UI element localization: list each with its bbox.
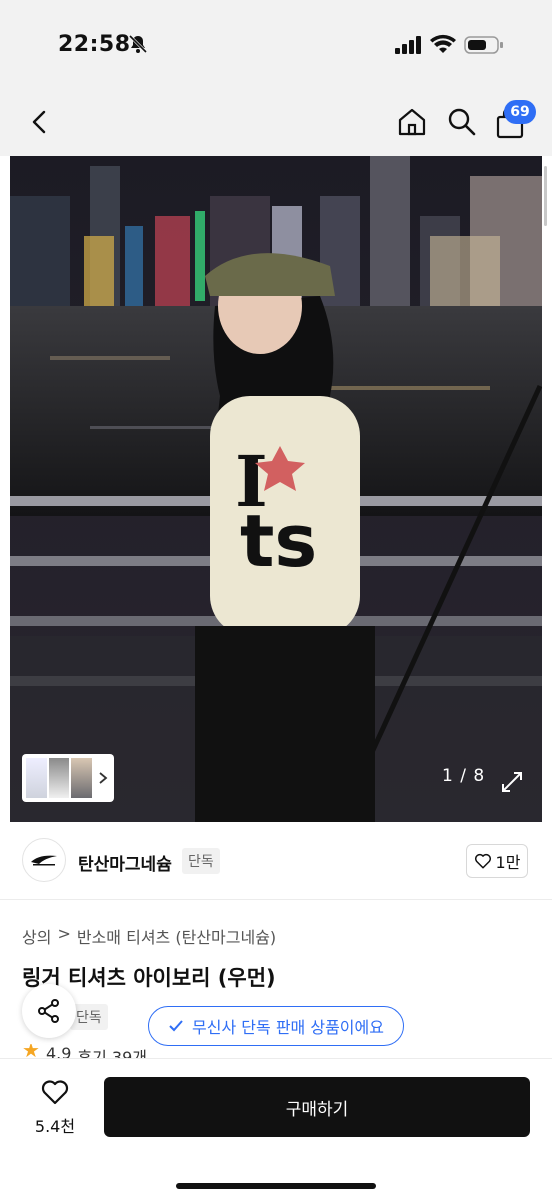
brand-like-count: 1만 <box>495 853 521 872</box>
brand-logo[interactable] <box>22 838 66 882</box>
cart-count-badge: 69 <box>504 100 536 124</box>
search-icon[interactable] <box>446 106 478 138</box>
home-indicator[interactable] <box>176 1183 376 1189</box>
breadcrumb-subcategory[interactable]: 반소매 티셔츠 (탄산마그네슘) <box>77 924 276 948</box>
brand-name[interactable]: 탄산마그네슘 <box>78 850 172 875</box>
share-button[interactable] <box>22 984 76 1038</box>
brand-exclusive-tag: 단독 <box>182 848 220 874</box>
thumbnail-1 <box>26 758 47 798</box>
wishlist-count: 5.4천 <box>34 1117 76 1136</box>
wifi-icon <box>430 34 456 53</box>
breadcrumb: 상의 > 반소매 티셔츠 (탄산마그네슘) <box>22 924 276 948</box>
heart-icon <box>41 1080 69 1105</box>
thumbnail-3 <box>71 758 93 798</box>
check-icon <box>169 1020 183 1032</box>
product-image[interactable]: I ts <box>10 156 542 822</box>
expand-icon[interactable] <box>500 770 524 794</box>
heart-icon <box>474 853 491 869</box>
home-icon[interactable] <box>396 106 428 138</box>
bottom-action-bar: 5.4천 구매하기 <box>0 1058 552 1200</box>
star-icon: ★ <box>22 1044 40 1058</box>
signal-icon <box>395 36 421 54</box>
brand-like-button[interactable]: 1만 <box>466 844 528 878</box>
chevron-right-icon <box>99 772 108 784</box>
rating-value: 4.9 <box>45 1044 72 1058</box>
product-photo-illustration: I ts <box>10 156 542 822</box>
chevron-left-icon[interactable] <box>26 108 54 136</box>
top-nav-bar <box>0 90 552 156</box>
review-count: 후기 39개 <box>77 1048 147 1058</box>
brand-row: 탄산마그네슘 단독 1만 <box>0 822 552 900</box>
bell-off-icon <box>128 34 148 54</box>
svg-text:ts: ts <box>240 499 317 583</box>
thumbnail-images <box>26 758 93 798</box>
share-icon <box>38 999 59 1023</box>
rating-row[interactable]: ★ 4.9 후기 39개 <box>22 1044 147 1058</box>
thumbnail-2 <box>48 758 70 798</box>
brand-logo-icon <box>31 855 57 866</box>
status-time: 22:58 <box>58 32 131 57</box>
breadcrumb-separator: > <box>57 924 71 943</box>
buy-button[interactable]: 구매하기 <box>104 1077 530 1137</box>
page-scrollbar[interactable] <box>544 166 547 226</box>
battery-icon <box>464 36 503 54</box>
image-page-indicator: 1 / 8 <box>442 766 486 786</box>
thumbnail-preview[interactable] <box>22 754 114 802</box>
toast-text: 무신사 단독 판매 상품이에요 <box>192 1018 384 1037</box>
breadcrumb-category[interactable]: 상의 <box>22 924 51 948</box>
exclusive-sale-toast: 무신사 단독 판매 상품이에요 <box>148 1006 404 1046</box>
wishlist-button[interactable]: 5.4천 <box>22 1077 88 1137</box>
status-bar: 22:58 <box>0 0 552 90</box>
